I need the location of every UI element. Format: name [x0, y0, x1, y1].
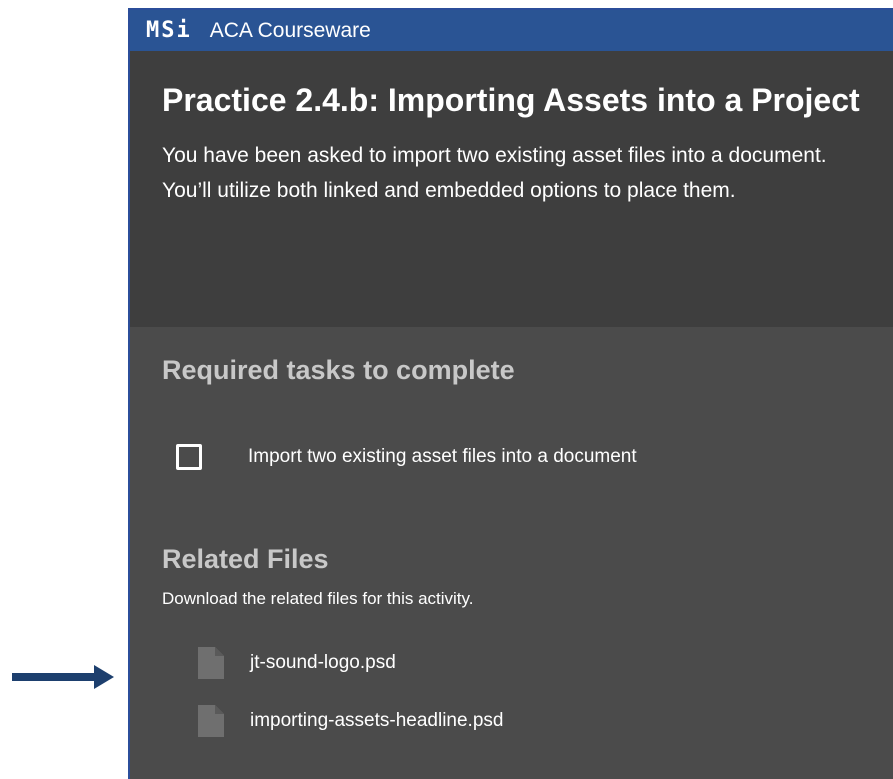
file-name[interactable]: importing-assets-headline.psd [250, 710, 503, 732]
activity-body: Required tasks to complete Import two ex… [130, 327, 893, 739]
page-description: You have been asked to import two existi… [162, 144, 827, 202]
file-icon [198, 705, 224, 737]
related-files-description: Download the related files for this acti… [162, 589, 474, 608]
file-list: jt-sound-logo.psd importing-assets-headl… [198, 645, 863, 739]
courseware-panel: MSi ACA Courseware Practice 2.4.b: Impor… [128, 8, 893, 779]
task-checkbox[interactable] [176, 444, 202, 470]
brand-logo: MSi [146, 18, 192, 43]
pointer-arrow-icon [12, 665, 114, 689]
page-title: Practice 2.4.b: Importing Assets into a … [162, 82, 860, 118]
tasks-heading: Required tasks to complete [162, 355, 515, 385]
related-files-heading: Related Files [162, 544, 329, 574]
file-icon [198, 647, 224, 679]
file-name[interactable]: jt-sound-logo.psd [250, 652, 396, 674]
task-label: Import two existing asset files into a d… [248, 446, 637, 467]
activity-header: Practice 2.4.b: Importing Assets into a … [130, 51, 893, 327]
file-link-jt-sound-logo[interactable]: jt-sound-logo.psd [198, 645, 863, 681]
file-link-importing-assets-headline[interactable]: importing-assets-headline.psd [198, 703, 863, 739]
task-item[interactable]: Import two existing asset files into a d… [176, 442, 863, 472]
app-name: ACA Courseware [209, 18, 371, 42]
top-bar: MSi ACA Courseware [130, 10, 893, 51]
